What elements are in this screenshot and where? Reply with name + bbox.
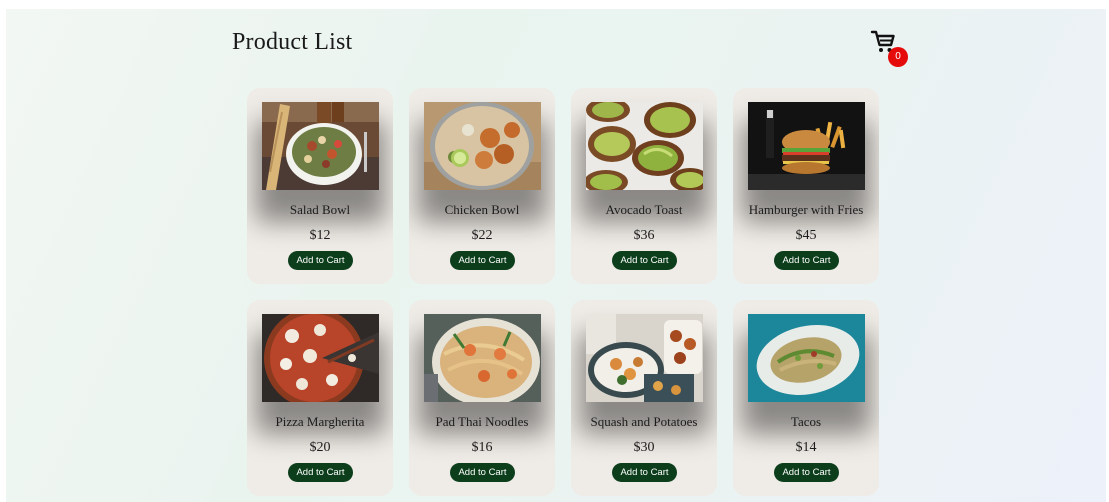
add-to-cart-button[interactable]: Add to Cart bbox=[612, 463, 677, 482]
page-title: Product List bbox=[232, 29, 353, 55]
product-name: Avocado Toast bbox=[605, 202, 683, 217]
product-card: Hamburger with Fries $45 Add to Cart bbox=[733, 88, 879, 284]
product-name: Salad Bowl bbox=[289, 202, 351, 217]
product-card: Squash and Potatoes $30 Add to Cart bbox=[571, 300, 717, 496]
product-card: Salad Bowl $12 Add to Cart bbox=[247, 88, 393, 284]
product-card: Pizza Margherita $20 Add to Cart bbox=[247, 300, 393, 496]
salad-bowl-image bbox=[262, 102, 379, 190]
cart-count-badge: 0 bbox=[888, 47, 908, 67]
product-grid: Salad Bowl $12 Add to Cart Chicken Bowl … bbox=[247, 88, 887, 496]
tacos-image bbox=[748, 314, 865, 402]
product-price: $22 bbox=[471, 228, 493, 243]
product-price: $36 bbox=[633, 228, 655, 243]
product-price: $12 bbox=[309, 228, 331, 243]
product-name: Tacos bbox=[790, 414, 822, 429]
product-price: $20 bbox=[309, 440, 331, 455]
add-to-cart-button[interactable]: Add to Cart bbox=[774, 251, 839, 270]
product-card: Avocado Toast $36 Add to Cart bbox=[571, 88, 717, 284]
add-to-cart-button[interactable]: Add to Cart bbox=[288, 251, 353, 270]
product-name: Chicken Bowl bbox=[444, 202, 520, 217]
product-name: Hamburger with Fries bbox=[748, 202, 864, 217]
avocado-toast-image bbox=[586, 102, 703, 190]
add-to-cart-button[interactable]: Add to Cart bbox=[612, 251, 677, 270]
chicken-bowl-image bbox=[424, 102, 541, 190]
pad-thai-image bbox=[424, 314, 541, 402]
product-card: Tacos $14 Add to Cart bbox=[733, 300, 879, 496]
product-price: $30 bbox=[633, 440, 655, 455]
product-card: Pad Thai Noodles $16 Add to Cart bbox=[409, 300, 555, 496]
pizza-image bbox=[262, 314, 379, 402]
product-price: $14 bbox=[795, 440, 817, 455]
add-to-cart-button[interactable]: Add to Cart bbox=[450, 251, 515, 270]
squash-potatoes-image bbox=[586, 314, 703, 402]
cart-button[interactable]: 0 bbox=[870, 29, 912, 69]
product-name: Pizza Margherita bbox=[275, 414, 365, 429]
product-price: $45 bbox=[795, 228, 817, 243]
hamburger-image bbox=[748, 102, 865, 190]
product-name: Pad Thai Noodles bbox=[435, 414, 529, 429]
product-page: Product List 0 Salad Bowl $12 Add to Car… bbox=[6, 9, 1106, 502]
product-card: Chicken Bowl $22 Add to Cart bbox=[409, 88, 555, 284]
product-price: $16 bbox=[471, 440, 493, 455]
product-name: Squash and Potatoes bbox=[590, 414, 698, 429]
add-to-cart-button[interactable]: Add to Cart bbox=[288, 463, 353, 482]
add-to-cart-button[interactable]: Add to Cart bbox=[450, 463, 515, 482]
add-to-cart-button[interactable]: Add to Cart bbox=[774, 463, 839, 482]
